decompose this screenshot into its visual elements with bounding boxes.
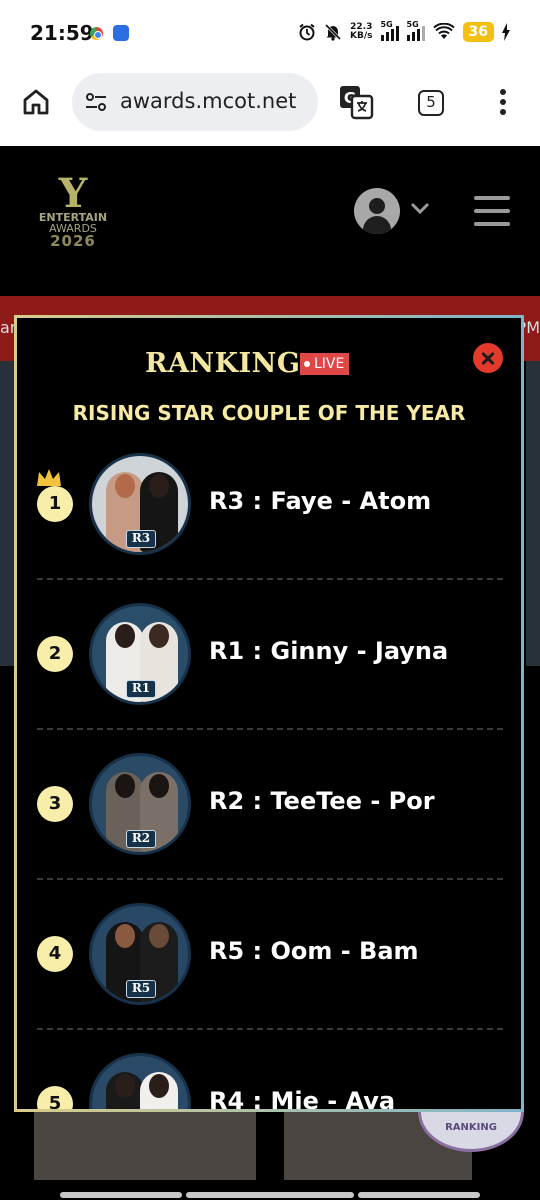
ranking-modal: RANKING LIVE RISING STAR COUPLE OF THE Y… [14, 315, 524, 1112]
chrome-notification-icon [90, 27, 103, 40]
status-bar: 21:59 22.3 KB/s 5G 5G 36 [0, 0, 540, 68]
live-badge: LIVE [300, 353, 350, 375]
battery-level: 36 [462, 22, 494, 42]
wifi-icon [432, 23, 455, 39]
candidate-name: R2 : TeeTee - Por [209, 787, 435, 815]
chevron-down-icon[interactable] [410, 201, 430, 215]
charging-icon [502, 23, 510, 41]
ranking-row[interactable]: 1 R3 R3 : Faye - Atom [17, 452, 521, 602]
ranking-row[interactable]: 4 R5 R5 : Oom - Bam [17, 902, 521, 1052]
background-card-left [0, 361, 14, 666]
url-text[interactable]: awards.mcot.net [120, 89, 296, 113]
rank-number: 4 [37, 936, 73, 972]
logo-mark: Y [58, 170, 88, 217]
ranking-row[interactable]: 2 R1 R1 : Ginny - Jayna [17, 602, 521, 752]
candidate-photo: R1 [89, 603, 191, 705]
nav-bar-segment [358, 1192, 480, 1198]
browser-toolbar: awards.mcot.net G 5 [0, 68, 540, 146]
signal-2-icon: 5G [406, 20, 425, 41]
candidate-photo: R4 [89, 1053, 191, 1109]
row-divider [37, 878, 503, 880]
candidate-tag: R2 [126, 830, 156, 848]
rank-number: 1 [37, 486, 73, 522]
background-card-right [526, 361, 540, 666]
row-divider [37, 578, 503, 580]
ranking-fab-label: RANKING [445, 1122, 497, 1133]
rank-number: 3 [37, 786, 73, 822]
nav-bar-segment [186, 1192, 354, 1198]
crown-icon [37, 469, 61, 486]
network-speed: 22.3 KB/s [350, 22, 373, 41]
more-menu-icon[interactable] [498, 88, 508, 116]
home-icon[interactable] [22, 88, 50, 116]
hamburger-menu-icon[interactable] [474, 196, 510, 228]
translate-icon[interactable]: G [338, 84, 374, 120]
candidate-name: R4 : Mie - Ava [209, 1087, 396, 1112]
logo-year: 2026 [50, 232, 96, 250]
user-avatar-icon[interactable] [354, 188, 400, 234]
rank-number: 2 [37, 636, 73, 672]
category-title: RISING STAR COUPLE OF THE YEAR [72, 401, 466, 425]
ranking-row[interactable]: 5 R4 R4 : Mie - Ava [17, 1052, 521, 1112]
live-label: LIVE [314, 356, 345, 372]
status-time: 21:59 [30, 21, 94, 45]
tab-switcher-button[interactable]: 5 [418, 90, 444, 116]
candidate-tag: R5 [126, 980, 156, 998]
modal-title: RANKING [145, 348, 301, 379]
status-icons: 22.3 KB/s 5G 5G 36 [298, 20, 510, 42]
candidate-tag: R3 [126, 530, 156, 548]
nav-bar-segment [60, 1192, 182, 1198]
rank-number: 5 [37, 1086, 73, 1109]
site-settings-icon[interactable] [84, 90, 108, 114]
candidate-photo: R5 [89, 903, 191, 1005]
alarm-icon [299, 23, 315, 41]
candidate-name: R5 : Oom - Bam [209, 937, 419, 965]
live-dot-icon [304, 361, 310, 367]
candidate-name: R3 : Faye - Atom [209, 487, 432, 515]
ranking-row[interactable]: 3 R2 R2 : TeeTee - Por [17, 752, 521, 902]
app-notification-icon [113, 25, 129, 41]
candidate-tag: R1 [126, 680, 156, 698]
site-header: Y ENTERTAIN AWARDS 2026 [0, 146, 540, 296]
mute-bell-icon [324, 23, 342, 41]
close-icon[interactable] [473, 343, 503, 373]
url-bar[interactable]: awards.mcot.net [72, 73, 318, 131]
candidate-name: R1 : Ginny - Jayna [209, 637, 449, 665]
signal-1-icon: 5G [380, 20, 399, 41]
row-divider [37, 728, 503, 730]
row-divider [37, 1028, 503, 1030]
background-candidate-card [34, 1108, 256, 1180]
candidate-photo: R2 [89, 753, 191, 855]
candidate-photo: R3 [89, 453, 191, 555]
site-logo[interactable]: Y ENTERTAIN AWARDS 2026 [30, 170, 116, 256]
